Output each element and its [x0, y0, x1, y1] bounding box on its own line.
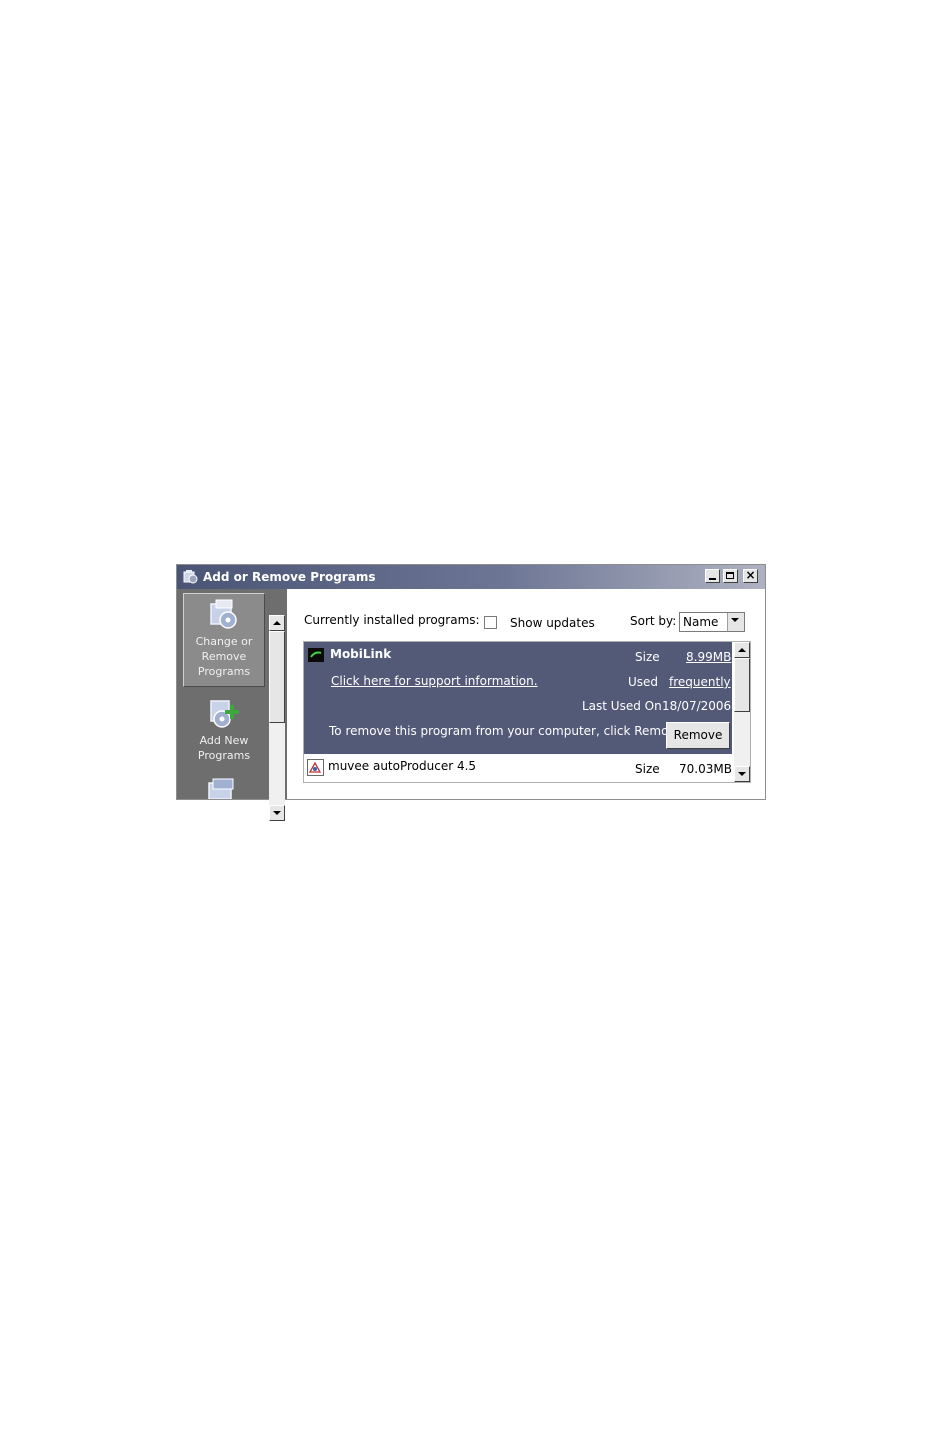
muvee-app-icon	[307, 759, 324, 776]
arrow-up-icon	[738, 648, 746, 652]
sidebar: Change or Remove Programs Add New Progra…	[177, 589, 287, 821]
remove-button[interactable]: Remove	[666, 722, 730, 749]
program-list: MobiLink Size 8.99MB Click here for supp…	[303, 641, 751, 783]
main-panel: Currently installed programs: Show updat…	[287, 589, 765, 799]
program-name: muvee autoProducer 4.5	[328, 759, 477, 773]
size-value: 70.03MB	[679, 762, 732, 776]
mobilink-app-icon	[308, 648, 324, 662]
remove-instruction-text: To remove this program from your compute…	[329, 724, 687, 738]
program-row-selected[interactable]: MobiLink Size 8.99MB Click here for supp…	[304, 642, 732, 754]
show-updates-checkbox[interactable]	[484, 616, 497, 629]
program-row[interactable]: muvee autoProducer 4.5 Size 70.03MB	[304, 754, 732, 782]
scroll-thumb[interactable]	[269, 631, 285, 723]
window-title: Add or Remove Programs	[203, 570, 376, 584]
arrow-down-icon	[738, 772, 746, 776]
size-label: Size	[635, 650, 660, 664]
scroll-thumb[interactable]	[734, 658, 750, 712]
sidebar-item-change-remove-programs[interactable]: Change or Remove Programs	[183, 593, 265, 687]
add-remove-programs-window: Add or Remove Programs × Change or Remov…	[176, 564, 766, 821]
chevron-down-icon	[731, 618, 739, 622]
sort-dropdown-button[interactable]	[727, 613, 744, 631]
maximize-icon	[726, 572, 734, 579]
installed-programs-label: Currently installed programs:	[304, 613, 480, 627]
close-icon: ×	[745, 568, 756, 582]
support-info-link[interactable]: Click here for support information.	[331, 674, 538, 688]
sort-by-label: Sort by:	[630, 614, 677, 628]
maximize-button[interactable]	[723, 569, 738, 583]
change-remove-programs-icon	[210, 599, 237, 629]
arrow-down-icon	[273, 811, 281, 815]
arrow-up-icon	[273, 621, 281, 625]
scroll-down-button[interactable]	[269, 805, 285, 821]
used-frequency-link[interactable]: frequently	[669, 675, 731, 689]
minimize-icon	[709, 578, 716, 580]
used-label: Used	[628, 675, 659, 689]
size-label: Size	[635, 762, 660, 776]
sidebar-item-label: Add New Programs	[197, 734, 251, 762]
program-name: MobiLink	[330, 647, 392, 661]
last-used-value: 18/07/2006	[662, 699, 732, 713]
size-value-link[interactable]: 8.99MB	[686, 650, 731, 664]
program-list-scrollbar[interactable]	[734, 642, 750, 782]
scroll-up-button[interactable]	[734, 642, 750, 658]
sidebar-scrollbar[interactable]	[269, 615, 285, 821]
sort-by-select[interactable]: Name	[679, 612, 745, 632]
sort-by-value: Name	[683, 615, 719, 629]
minimize-button[interactable]	[705, 569, 720, 583]
add-remove-programs-app-icon	[183, 570, 198, 584]
sidebar-item-label: Change or Remove Programs	[195, 635, 253, 678]
close-button[interactable]: ×	[743, 568, 758, 583]
scroll-down-button[interactable]	[734, 766, 750, 782]
show-updates-label[interactable]: Show updates	[510, 616, 595, 630]
scroll-up-button[interactable]	[269, 615, 285, 631]
last-used-label: Last Used On	[582, 699, 662, 713]
sidebar-item-add-new-programs[interactable]: Add New Programs	[183, 693, 265, 765]
add-remove-windows-components-icon[interactable]	[207, 777, 237, 799]
title-bar[interactable]: Add or Remove Programs ×	[177, 565, 765, 589]
add-new-programs-icon	[210, 700, 239, 728]
